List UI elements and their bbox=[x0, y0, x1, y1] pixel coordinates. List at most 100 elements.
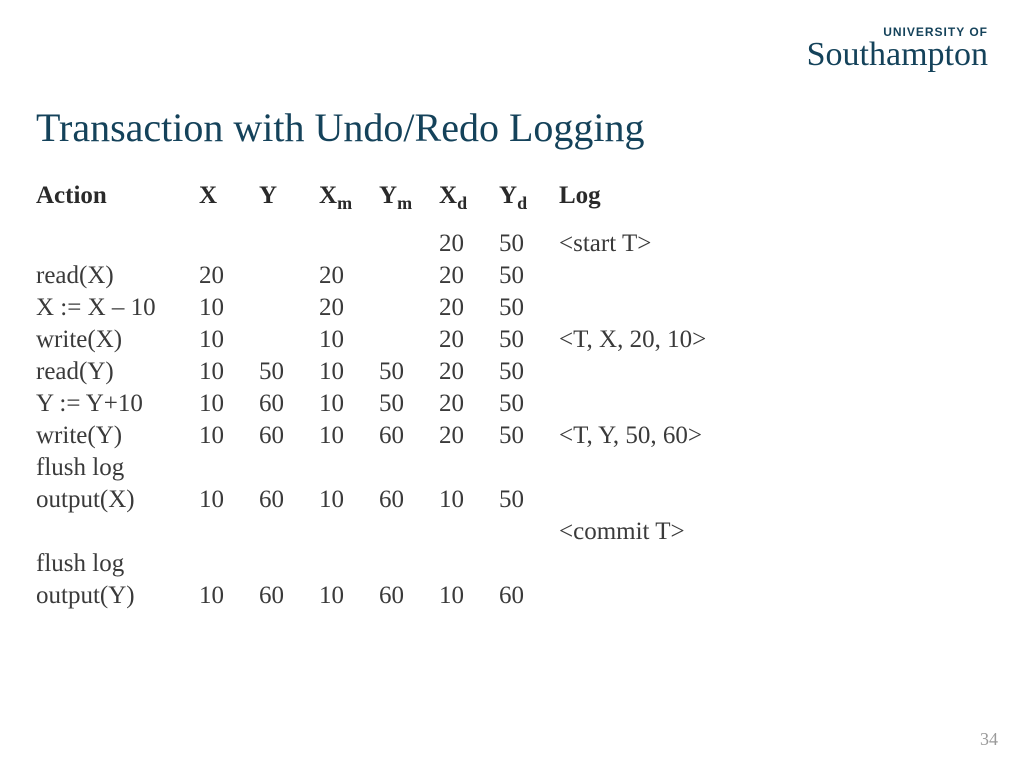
cell-xd bbox=[431, 548, 491, 580]
header-log: Log bbox=[551, 182, 771, 228]
cell-ym bbox=[371, 516, 431, 548]
cell-action: output(X) bbox=[36, 484, 191, 516]
cell-log: <commit T> bbox=[551, 516, 771, 548]
cell-ym bbox=[371, 260, 431, 292]
cell-ym: 50 bbox=[371, 388, 431, 420]
cell-x: 10 bbox=[191, 388, 251, 420]
cell-log bbox=[551, 292, 771, 324]
cell-ym bbox=[371, 228, 431, 260]
cell-y: 60 bbox=[251, 484, 311, 516]
cell-log: <start T> bbox=[551, 228, 771, 260]
cell-xm bbox=[311, 548, 371, 580]
cell-xm: 20 bbox=[311, 292, 371, 324]
cell-xm bbox=[311, 452, 371, 484]
slide-title: Transaction with Undo/Redo Logging bbox=[36, 104, 645, 151]
cell-x bbox=[191, 548, 251, 580]
cell-yd: 50 bbox=[491, 356, 551, 388]
cell-xm: 10 bbox=[311, 580, 371, 612]
cell-xd: 10 bbox=[431, 484, 491, 516]
cell-xm: 10 bbox=[311, 420, 371, 452]
cell-ym bbox=[371, 548, 431, 580]
table-row: X := X – 1010202050 bbox=[36, 292, 771, 324]
cell-log bbox=[551, 580, 771, 612]
cell-log bbox=[551, 548, 771, 580]
cell-ym: 60 bbox=[371, 420, 431, 452]
table-body: 2050<start T>read(X)20202050X := X – 101… bbox=[36, 228, 771, 612]
table-row: Y := Y+10106010502050 bbox=[36, 388, 771, 420]
cell-yd: 50 bbox=[491, 324, 551, 356]
cell-action: write(Y) bbox=[36, 420, 191, 452]
cell-xm: 20 bbox=[311, 260, 371, 292]
cell-xd bbox=[431, 516, 491, 548]
header-y: Y bbox=[251, 182, 311, 228]
cell-yd: 60 bbox=[491, 580, 551, 612]
cell-xd: 20 bbox=[431, 228, 491, 260]
transaction-table: Action X Y Xm Ym Xd Yd Log 2050<start T>… bbox=[36, 182, 771, 612]
cell-y: 60 bbox=[251, 420, 311, 452]
header-xd: Xd bbox=[431, 182, 491, 228]
cell-ym: 50 bbox=[371, 356, 431, 388]
table-row: read(X)20202050 bbox=[36, 260, 771, 292]
table-row: output(X)106010601050 bbox=[36, 484, 771, 516]
header-x: X bbox=[191, 182, 251, 228]
cell-xm: 10 bbox=[311, 324, 371, 356]
cell-log bbox=[551, 388, 771, 420]
cell-yd bbox=[491, 452, 551, 484]
cell-action: output(Y) bbox=[36, 580, 191, 612]
cell-xm: 10 bbox=[311, 484, 371, 516]
log-table: Action X Y Xm Ym Xd Yd Log 2050<start T>… bbox=[36, 182, 771, 612]
cell-xd: 20 bbox=[431, 292, 491, 324]
cell-action: write(X) bbox=[36, 324, 191, 356]
cell-action: read(Y) bbox=[36, 356, 191, 388]
cell-log: <T, Y, 50, 60> bbox=[551, 420, 771, 452]
cell-xd: 20 bbox=[431, 420, 491, 452]
cell-x: 10 bbox=[191, 420, 251, 452]
cell-xm: 10 bbox=[311, 388, 371, 420]
cell-yd: 50 bbox=[491, 388, 551, 420]
table-row: write(Y)106010602050<T, Y, 50, 60> bbox=[36, 420, 771, 452]
table-row: 2050<start T> bbox=[36, 228, 771, 260]
cell-action: flush log bbox=[36, 548, 191, 580]
page-number: 34 bbox=[980, 729, 998, 750]
cell-x: 20 bbox=[191, 260, 251, 292]
cell-log bbox=[551, 260, 771, 292]
cell-ym bbox=[371, 292, 431, 324]
header-xm: Xm bbox=[311, 182, 371, 228]
cell-action: Y := Y+10 bbox=[36, 388, 191, 420]
cell-action: flush log bbox=[36, 452, 191, 484]
table-row: write(X)10102050<T, X, 20, 10> bbox=[36, 324, 771, 356]
cell-ym bbox=[371, 324, 431, 356]
cell-y: 60 bbox=[251, 580, 311, 612]
cell-yd bbox=[491, 516, 551, 548]
cell-y bbox=[251, 516, 311, 548]
cell-x: 10 bbox=[191, 356, 251, 388]
table-row: <commit T> bbox=[36, 516, 771, 548]
cell-log bbox=[551, 452, 771, 484]
cell-xd: 10 bbox=[431, 580, 491, 612]
cell-x bbox=[191, 452, 251, 484]
cell-ym bbox=[371, 452, 431, 484]
cell-xd: 20 bbox=[431, 388, 491, 420]
cell-action: X := X – 10 bbox=[36, 292, 191, 324]
cell-y bbox=[251, 228, 311, 260]
cell-yd: 50 bbox=[491, 420, 551, 452]
slide: UNIVERSITY OF Southampton Transaction wi… bbox=[0, 0, 1024, 768]
table-row: read(Y)105010502050 bbox=[36, 356, 771, 388]
cell-xd: 20 bbox=[431, 324, 491, 356]
cell-x: 10 bbox=[191, 580, 251, 612]
cell-yd: 50 bbox=[491, 484, 551, 516]
cell-log bbox=[551, 356, 771, 388]
cell-yd bbox=[491, 548, 551, 580]
cell-x bbox=[191, 228, 251, 260]
cell-y: 60 bbox=[251, 388, 311, 420]
cell-ym: 60 bbox=[371, 580, 431, 612]
cell-x: 10 bbox=[191, 292, 251, 324]
cell-x bbox=[191, 516, 251, 548]
cell-yd: 50 bbox=[491, 260, 551, 292]
cell-ym: 60 bbox=[371, 484, 431, 516]
header-yd: Yd bbox=[491, 182, 551, 228]
table-row: flush log bbox=[36, 452, 771, 484]
cell-action: read(X) bbox=[36, 260, 191, 292]
cell-y bbox=[251, 292, 311, 324]
cell-y bbox=[251, 260, 311, 292]
